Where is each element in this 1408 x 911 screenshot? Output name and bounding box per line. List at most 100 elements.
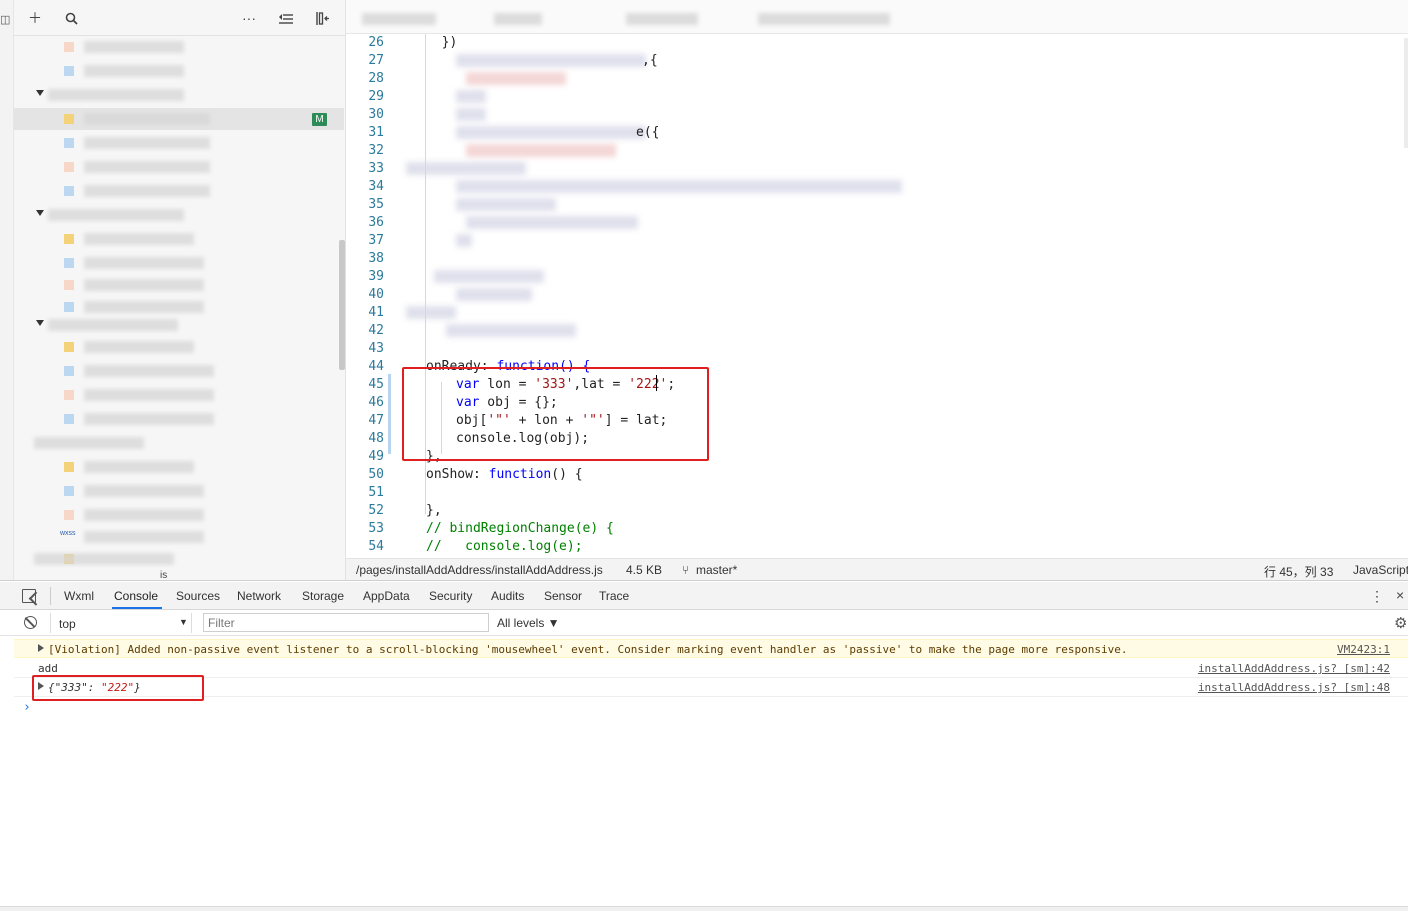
expand-triangle-icon[interactable] xyxy=(38,682,44,690)
tab-audits[interactable]: Audits xyxy=(491,589,524,603)
tree-item[interactable] xyxy=(14,336,344,358)
file-icon xyxy=(64,186,74,196)
close-icon[interactable]: × xyxy=(1396,587,1404,603)
console-source-link[interactable]: installAddAddress.js? [sm]:48 xyxy=(1198,681,1390,694)
tab-wxml[interactable]: Wxml xyxy=(64,589,94,603)
tree-folder[interactable] xyxy=(14,314,344,336)
tree-item[interactable] xyxy=(14,36,344,58)
blurred-code xyxy=(456,126,646,139)
tree-item[interactable] xyxy=(14,504,344,526)
console-source-link[interactable]: installAddAddress.js? [sm]:42 xyxy=(1198,662,1390,675)
tree-item[interactable] xyxy=(14,274,344,296)
editor-tab[interactable] xyxy=(362,13,436,25)
tree-item[interactable] xyxy=(14,132,344,154)
tree-item-label xyxy=(84,65,184,77)
code-line: }, xyxy=(426,503,442,518)
editor-tab[interactable] xyxy=(758,13,890,25)
filter-input[interactable] xyxy=(203,613,489,632)
blurred-code xyxy=(406,306,456,319)
blurred-code xyxy=(456,108,486,121)
tab-security[interactable]: Security xyxy=(429,589,472,603)
tab-trace[interactable]: Trace xyxy=(599,589,629,603)
collapse-icon[interactable] xyxy=(277,9,295,27)
console-message-warning[interactable]: [Violation] Added non-passive event list… xyxy=(14,639,1408,658)
activity-edge: ◫ xyxy=(0,0,14,580)
code-token: obj[ xyxy=(456,413,488,428)
tab-console[interactable]: Console xyxy=(114,589,158,603)
explorer-toolbar: ＋ ··· xyxy=(14,0,345,36)
tree-item[interactable] xyxy=(14,228,344,250)
tree-item[interactable] xyxy=(14,60,344,82)
log-levels-dropdown[interactable]: All levels ▼ xyxy=(497,616,560,630)
file-icon xyxy=(64,342,74,352)
tab-appdata[interactable]: AppData xyxy=(363,589,410,603)
blurred-code xyxy=(466,216,638,229)
more-options-icon[interactable]: ⋮ xyxy=(1370,588,1384,605)
indent-guide xyxy=(425,34,426,514)
tree-folder[interactable] xyxy=(14,204,344,226)
code-token: ,lat = xyxy=(573,377,629,392)
line-number: 53 xyxy=(368,521,384,536)
tree-item-selected[interactable] xyxy=(14,108,344,130)
tree-folder[interactable] xyxy=(14,84,344,106)
code-token: var xyxy=(456,377,480,392)
sidebar-scrollbar[interactable] xyxy=(339,240,345,370)
console-prompt[interactable]: › xyxy=(23,700,31,715)
cursor-position[interactable]: 行 45，列 33 xyxy=(1264,563,1333,580)
context-select[interactable]: top ▼ xyxy=(50,613,192,633)
tree-item-label xyxy=(84,509,204,521)
console-message-object[interactable]: {"333": "222"} installAddAddress.js? [sm… xyxy=(14,678,1408,697)
code-editor[interactable]: 26 }) 27 28 29 30 31 32 33 34 35 36 37 38 39 40 41 42 43 4… xyxy=(346,0,1408,580)
tree-item[interactable] xyxy=(14,456,344,478)
plus-icon[interactable]: ＋ xyxy=(26,9,44,27)
search-icon[interactable] xyxy=(62,9,80,27)
editor-tab[interactable] xyxy=(494,13,542,25)
editor-tab[interactable] xyxy=(626,13,698,25)
tab-network[interactable]: Network xyxy=(237,589,281,603)
tab-sensor[interactable]: Sensor xyxy=(544,589,582,603)
git-branch[interactable]: master* xyxy=(696,563,737,577)
layout-icon[interactable] xyxy=(314,9,332,27)
code-token: function() { xyxy=(496,359,591,374)
line-number: 37 xyxy=(368,233,384,248)
file-size: 4.5 KB xyxy=(626,563,663,577)
line-number: 35 xyxy=(368,197,384,212)
tree-item[interactable] xyxy=(14,384,344,406)
tree-item[interactable] xyxy=(14,408,344,430)
line-number: 47 xyxy=(368,413,384,428)
tree-item[interactable] xyxy=(14,526,344,548)
code-token: lon = xyxy=(479,377,535,392)
line-number: 45 xyxy=(368,377,384,392)
tree-item[interactable] xyxy=(14,180,344,202)
tree-item-label xyxy=(84,485,204,497)
tree-item[interactable] xyxy=(14,480,344,502)
tree-folder[interactable] xyxy=(14,432,344,454)
code-line-46: var obj = {}; xyxy=(456,394,558,412)
tree-item[interactable] xyxy=(14,156,344,178)
clear-console-icon[interactable] xyxy=(24,616,37,629)
tree-item-label xyxy=(84,341,194,353)
expand-triangle-icon[interactable] xyxy=(38,644,44,652)
tree-item[interactable] xyxy=(14,252,344,274)
inspect-element-icon[interactable] xyxy=(22,589,36,603)
tab-sources[interactable]: Sources xyxy=(176,589,220,603)
more-icon[interactable]: ··· xyxy=(240,9,258,27)
tree-item[interactable] xyxy=(14,360,344,382)
divider xyxy=(50,587,51,605)
code-area[interactable]: 26 }) 27 28 29 30 31 32 33 34 35 36 37 38 39 40 41 42 43 4… xyxy=(346,34,1408,556)
devtools-tab-bar: Wxml Console Sources Network Storage App… xyxy=(0,582,1408,610)
file-explorer: ＋ ··· M wxss is xyxy=(14,0,346,580)
tab-storage[interactable]: Storage xyxy=(302,589,344,603)
tree-item[interactable] xyxy=(14,548,344,570)
console-source-link[interactable]: VM2423:1 xyxy=(1337,643,1390,656)
modified-badge: M xyxy=(312,113,327,126)
language-mode[interactable]: JavaScript xyxy=(1353,563,1408,577)
blurred-code xyxy=(456,198,556,211)
gear-icon[interactable]: ⚙ xyxy=(1394,614,1407,632)
git-branch-icon[interactable]: ⑂ xyxy=(682,563,689,577)
tree-item-label xyxy=(84,531,204,543)
code-token: ; xyxy=(667,377,676,392)
edge-marker: ◫ xyxy=(0,14,11,26)
editor-scrollbar[interactable] xyxy=(1404,38,1408,148)
code-line-47: obj['"' + lon + '"'] = lat; xyxy=(456,412,667,430)
